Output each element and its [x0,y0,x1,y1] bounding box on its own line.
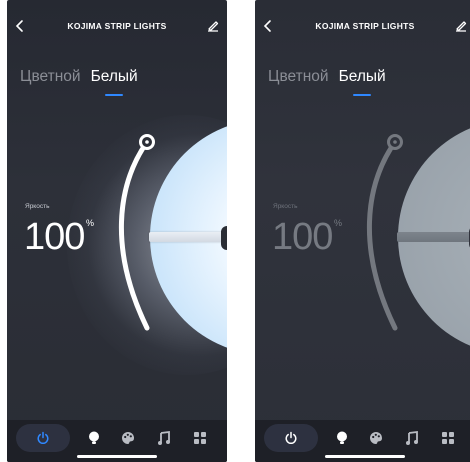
brightness-arc[interactable] [107,130,167,340]
page-title: KOJIMA STRIP LIGHTS [67,21,167,31]
brightness-unit: % [86,218,95,228]
handle-edge [221,226,227,250]
bulb-icon[interactable] [334,430,350,446]
tab-white[interactable]: Белый [91,68,138,96]
palette-icon[interactable] [120,430,136,446]
screens: KOJIMA STRIP LIGHTS Цветной Белый Яркост… [0,0,470,462]
page-title: KOJIMA STRIP LIGHTS [315,21,415,31]
palette-icon[interactable] [368,430,384,446]
edit-icon[interactable] [205,18,221,34]
brightness-label: Яркость [25,203,50,210]
mode-tabs: Цветной Белый [268,68,386,96]
back-icon[interactable] [13,18,27,34]
brightness-unit: % [334,218,343,228]
music-icon[interactable] [156,430,172,446]
brightness-value: 100 [24,216,85,258]
power-button[interactable] [264,424,318,452]
grid-icon[interactable] [192,430,208,446]
power-icon [285,431,297,445]
brightness-value: 100 [272,216,333,258]
brightness-label: Яркость [273,203,298,210]
music-icon[interactable] [404,430,420,446]
power-icon [37,431,49,445]
screen-off: KOJIMA STRIP LIGHTS Цветной Белый Яркост… [255,0,470,462]
tab-color[interactable]: Цветной [20,68,81,86]
edit-icon[interactable] [453,18,469,34]
grid-icon[interactable] [440,430,456,446]
top-bar: KOJIMA STRIP LIGHTS [7,0,227,52]
tab-color[interactable]: Цветной [268,68,329,86]
tab-white[interactable]: Белый [339,68,386,96]
back-icon[interactable] [261,18,275,34]
power-button[interactable] [16,424,70,452]
brightness-arc[interactable] [355,130,415,340]
mode-tabs: Цветной Белый [20,68,138,96]
home-indicator [325,455,405,458]
bulb-icon[interactable] [86,430,102,446]
screen-on: KOJIMA STRIP LIGHTS Цветной Белый Яркост… [7,0,227,462]
home-indicator [77,455,157,458]
top-bar: KOJIMA STRIP LIGHTS [255,0,470,52]
